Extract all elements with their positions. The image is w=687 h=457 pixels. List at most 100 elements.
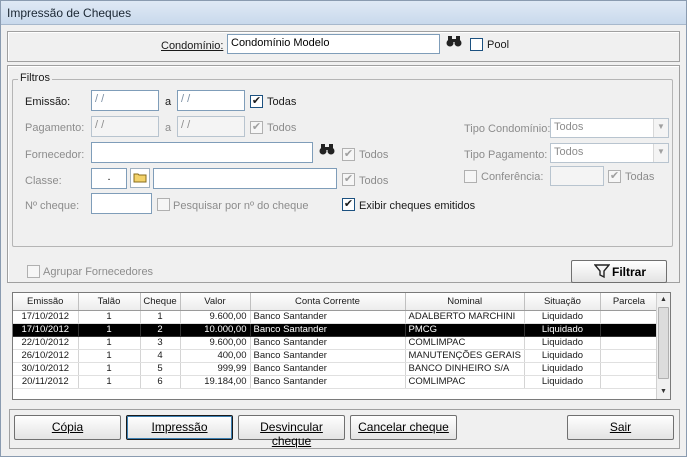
fornecedor-todos-checkbox[interactable]: ✔ xyxy=(342,148,355,161)
cell-parcela xyxy=(600,323,658,337)
pagamento-to-input[interactable]: / / xyxy=(177,116,245,137)
window-titlebar: Impressão de Cheques xyxy=(1,1,686,25)
window-title: Impressão de Cheques xyxy=(7,6,132,20)
emissao-from-input[interactable]: / / xyxy=(91,90,159,111)
cell-conta-corrente: Banco Santander xyxy=(250,362,406,376)
col-valor-header[interactable]: Valor xyxy=(180,293,251,311)
pagamento-from-input[interactable]: / / xyxy=(91,116,159,137)
chevron-down-icon: ▼ xyxy=(653,144,668,162)
cell-conta-corrente: Banco Santander xyxy=(250,375,406,389)
emissao-to-input[interactable]: / / xyxy=(177,90,245,111)
conferencia-checkbox[interactable] xyxy=(464,170,477,183)
cell-emissao: 20/11/2012 xyxy=(13,375,79,389)
copia-button[interactable]: Cópia xyxy=(14,415,121,440)
fornecedor-todos-label: Todos xyxy=(359,149,389,161)
table-row[interactable]: 22/10/2012 1 3 9.600,00 Banco Santander … xyxy=(13,336,658,350)
cell-conta-corrente: Banco Santander xyxy=(250,323,406,337)
cheques-grid: Emissão Talão Cheque Valor Conta Corrent… xyxy=(13,293,658,389)
binoculars-icon[interactable] xyxy=(444,34,464,54)
cell-talao: 1 xyxy=(78,323,141,337)
cell-conta-corrente: Banco Santander xyxy=(250,336,406,350)
tipo-pagamento-value: Todos xyxy=(554,146,584,158)
tipo-condominio-select[interactable]: Todos ▼ xyxy=(550,118,669,138)
conferencia-todas-checkbox[interactable]: ✔ xyxy=(608,170,621,183)
scroll-up-icon[interactable]: ▲ xyxy=(657,293,670,307)
cell-nominal: BANCO DINHEIRO S/A xyxy=(405,362,525,376)
condominio-input[interactable]: Condomínio Modelo xyxy=(227,34,440,54)
table-row[interactable]: 26/10/2012 1 4 400,00 Banco Santander MA… xyxy=(13,349,658,363)
agrupar-checkbox[interactable] xyxy=(27,265,40,278)
classe-input[interactable] xyxy=(153,168,337,189)
ncheque-input[interactable] xyxy=(91,193,152,214)
impressao-cheques-window: Impressão de Cheques Condomínio: Condomí… xyxy=(0,0,687,457)
classe-code-input[interactable]: . xyxy=(91,168,127,189)
fornecedor-binoculars-icon[interactable] xyxy=(317,142,337,162)
cell-nominal: MANUTENÇÕES GERAIS xyxy=(405,349,525,363)
pesquisar-checkbox[interactable] xyxy=(157,198,170,211)
col-parcela-header[interactable]: Parcela xyxy=(600,293,658,311)
filtrar-button[interactable]: Filtrar xyxy=(571,260,667,283)
tipo-pagamento-select[interactable]: Todos ▼ xyxy=(550,143,669,163)
tipo-pagamento-label: Tipo Pagamento: xyxy=(464,149,548,161)
cell-parcela xyxy=(600,362,658,376)
scroll-down-icon[interactable]: ▼ xyxy=(657,385,670,399)
cell-cheque: 5 xyxy=(140,362,181,376)
col-emissao-header[interactable]: Emissão xyxy=(13,293,79,311)
col-talao-header[interactable]: Talão xyxy=(78,293,141,311)
fornecedor-input[interactable] xyxy=(91,142,313,163)
table-row[interactable]: 30/10/2012 1 5 999,99 Banco Santander BA… xyxy=(13,362,658,376)
conferencia-input[interactable] xyxy=(550,166,604,186)
col-nominal-header[interactable]: Nominal xyxy=(405,293,525,311)
table-row[interactable]: 17/10/2012 1 1 9.600,00 Banco Santander … xyxy=(13,310,658,324)
pool-label: Pool xyxy=(487,39,510,51)
cell-nominal: COMLIMPAC xyxy=(405,375,525,389)
cell-valor: 999,99 xyxy=(180,362,251,376)
cell-parcela xyxy=(600,375,658,389)
col-conta-corrente-header[interactable]: Conta Corrente xyxy=(250,293,406,311)
table-header-row: Emissão Talão Cheque Valor Conta Corrent… xyxy=(13,293,658,311)
folder-icon[interactable] xyxy=(130,168,150,188)
impressao-button[interactable]: Impressão xyxy=(126,415,233,440)
classe-label: Classe: xyxy=(25,175,62,187)
sair-button[interactable]: Sair xyxy=(567,415,674,440)
pagamento-todos-checkbox[interactable]: ✔ xyxy=(250,121,263,134)
desvincular-cheque-label: Desvincular cheque xyxy=(260,420,323,448)
cell-emissao: 17/10/2012 xyxy=(13,323,79,337)
filter-icon xyxy=(593,264,611,282)
filtros-legend: Filtros xyxy=(18,72,52,84)
scrollbar-thumb[interactable] xyxy=(658,307,669,379)
cell-talao: 1 xyxy=(78,362,141,376)
cell-situacao: Liquidado xyxy=(524,336,601,350)
pesquisar-label: Pesquisar por nº do cheque xyxy=(173,200,309,212)
tipo-condominio-label: Tipo Condomínio: xyxy=(464,123,551,135)
exibir-checkbox[interactable]: ✔ xyxy=(342,198,355,211)
emissao-todas-label: Todas xyxy=(267,96,297,108)
cell-emissao: 22/10/2012 xyxy=(13,336,79,350)
col-situacao-header[interactable]: Situação xyxy=(524,293,601,311)
cancelar-cheque-button[interactable]: Cancelar cheque xyxy=(350,415,457,440)
cell-situacao: Liquidado xyxy=(524,310,601,324)
desvincular-cheque-button[interactable]: Desvincular cheque xyxy=(238,415,345,448)
tipo-condominio-value: Todos xyxy=(554,121,584,133)
cell-parcela xyxy=(600,310,658,324)
cell-parcela xyxy=(600,336,658,350)
cell-emissao: 26/10/2012 xyxy=(13,349,79,363)
cell-nominal: COMLIMPAC xyxy=(405,336,525,350)
agrupar-label: Agrupar Fornecedores xyxy=(43,266,154,278)
classe-todos-label: Todos xyxy=(359,175,389,187)
cell-valor: 19.184,00 xyxy=(180,375,251,389)
pool-checkbox[interactable] xyxy=(470,38,483,51)
table-row[interactable]: 20/11/2012 1 6 19.184,00 Banco Santander… xyxy=(13,375,658,389)
cell-talao: 1 xyxy=(78,310,141,324)
emissao-todas-checkbox[interactable]: ✔ xyxy=(250,95,263,108)
cell-valor: 9.600,00 xyxy=(180,336,251,350)
cell-talao: 1 xyxy=(78,349,141,363)
table-vertical-scrollbar[interactable]: ▲ ▼ xyxy=(656,293,670,399)
pagamento-a-label: a xyxy=(165,122,172,134)
cell-situacao: Liquidado xyxy=(524,349,601,363)
classe-todos-checkbox[interactable]: ✔ xyxy=(342,173,355,186)
cell-valor: 9.600,00 xyxy=(180,310,251,324)
cell-cheque: 6 xyxy=(140,375,181,389)
table-row-selected[interactable]: 17/10/2012 1 2 10.000,00 Banco Santander… xyxy=(13,323,658,337)
col-cheque-header[interactable]: Cheque xyxy=(140,293,181,311)
